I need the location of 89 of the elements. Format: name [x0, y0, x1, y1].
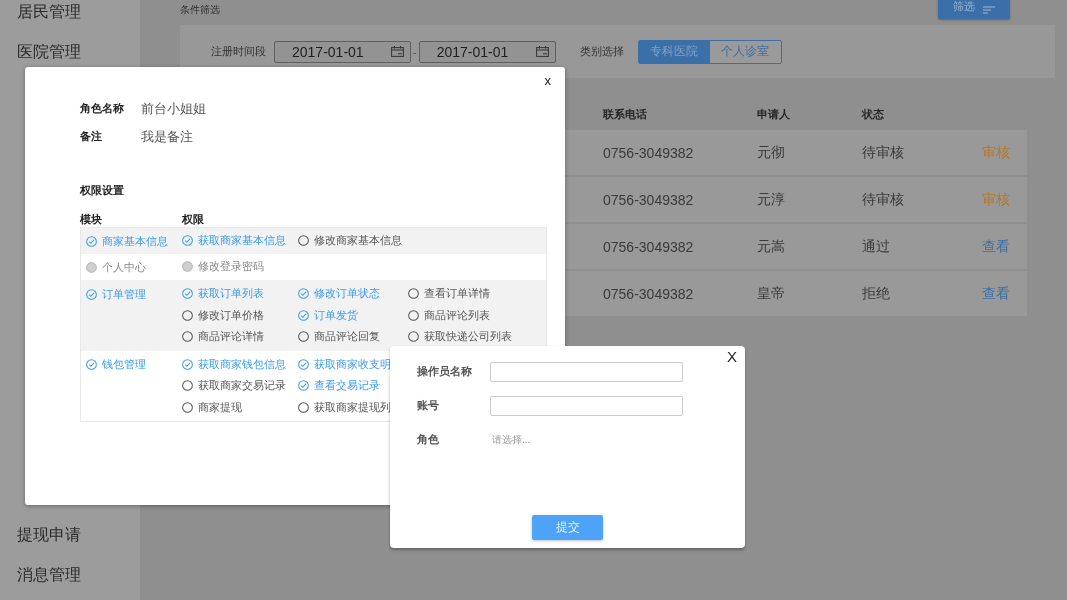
- table-cell: 通过: [861, 224, 943, 269]
- column-header: 权限: [182, 212, 204, 227]
- input-field[interactable]: [490, 395, 683, 416]
- checked-circle-icon[interactable]: [298, 380, 309, 392]
- field-value: 我是备注: [141, 128, 193, 146]
- close-button[interactable]: x: [544, 73, 551, 88]
- permission-label: 修改订单状态: [314, 286, 380, 302]
- category-tab[interactable]: 专科医院: [638, 40, 710, 63]
- permission-label: 修改登录密码: [198, 259, 264, 275]
- close-button[interactable]: X: [727, 348, 737, 365]
- table-cell: 元彻: [756, 130, 861, 175]
- radio-circle-icon[interactable]: [408, 288, 419, 300]
- checked-circle-icon[interactable]: [298, 288, 309, 300]
- calendar-icon: [535, 46, 549, 57]
- calendar-icon: [391, 46, 404, 57]
- permission-label: 获取订单列表: [198, 286, 264, 302]
- filter-button[interactable]: 筛选: [938, 0, 1010, 19]
- radio-circle-icon[interactable]: [182, 380, 193, 392]
- checked-circle-icon[interactable]: [182, 288, 193, 300]
- table-cell: 元淳: [756, 177, 861, 222]
- module-label: 订单管理: [102, 286, 146, 302]
- radio-circle-icon[interactable]: [182, 401, 193, 413]
- permission-label: 查看交易记录: [314, 378, 380, 394]
- table-cell: 拒绝: [861, 271, 943, 316]
- date-field[interactable]: 2017-01-01: [418, 40, 556, 63]
- radio-circle-icon[interactable]: [298, 331, 309, 343]
- permission-label: 修改商家基本信息: [314, 233, 402, 249]
- column-header: 联系电话: [602, 106, 648, 122]
- permission-label: 订单发货: [314, 307, 358, 323]
- permission-label: 获取商家交易记录: [198, 378, 286, 394]
- module-label: 钱包管理: [102, 357, 146, 372]
- action-link[interactable]: 查看: [982, 237, 1010, 254]
- table-cell: 0756-3049382: [602, 177, 756, 222]
- module-label: 个人中心: [102, 259, 146, 275]
- checked-circle-icon[interactable]: [86, 235, 97, 247]
- radio-circle-icon[interactable]: [408, 331, 419, 343]
- permission-label: 查看订单详情: [424, 286, 490, 302]
- table-cell: 0756-3049382: [602, 130, 756, 175]
- field-label: 账号: [417, 398, 440, 413]
- sidebar-item[interactable]: 提现申请: [0, 515, 140, 555]
- field-label: 操作员名称: [417, 364, 473, 379]
- radio-circle-icon[interactable]: [408, 309, 419, 321]
- action-link[interactable]: 查看: [982, 284, 1010, 301]
- radio-circle-icon[interactable]: [298, 401, 309, 413]
- date-field[interactable]: 2017-01-01: [274, 40, 411, 63]
- checked-circle-icon[interactable]: [298, 358, 309, 370]
- date-range-label: 注册时间段: [211, 44, 266, 59]
- table-cell: 待审核: [861, 177, 943, 222]
- permission-label: 商品评论列表: [424, 307, 490, 323]
- checked-circle-icon[interactable]: [298, 309, 309, 321]
- module-label: 商家基本信息: [102, 233, 168, 249]
- input-field[interactable]: [490, 361, 683, 382]
- submit-button[interactable]: 提交: [532, 515, 603, 540]
- permission-label: 获取商家钱包信息: [198, 356, 286, 372]
- checked-circle-icon[interactable]: [86, 359, 97, 370]
- table-cell: 0756-3049382: [602, 271, 756, 316]
- column-header: 状态: [861, 106, 885, 122]
- permission-label: 获取商家提现列: [314, 399, 391, 415]
- radio-circle-icon[interactable]: [298, 235, 309, 247]
- role-select[interactable]: 请选择...: [490, 432, 531, 447]
- permission-label: 商品评论回复: [314, 329, 380, 345]
- table-cell: 元嵩: [756, 224, 861, 269]
- permission-label: 商家提现: [198, 399, 242, 415]
- column-header: 模块: [80, 212, 103, 227]
- permission-label: 获取商家基本信息: [198, 233, 286, 249]
- field-label: 角色名称: [80, 102, 125, 116]
- sidebar-item[interactable]: 居民管理: [0, 0, 140, 32]
- section-title: 权限设置: [80, 184, 125, 198]
- checked-circle-icon[interactable]: [86, 288, 97, 300]
- permission-label: 获取快递公司列表: [424, 329, 512, 345]
- field-label: 角色: [417, 432, 440, 447]
- table-cell: 0756-3049382: [602, 224, 756, 269]
- range-dash: -: [413, 45, 417, 58]
- sidebar-item[interactable]: 消息管理: [0, 555, 140, 595]
- table-cell: 皇帝: [756, 271, 861, 316]
- permission-label: 获取商家收支明: [314, 356, 391, 372]
- radio-circle-icon[interactable]: [182, 309, 193, 321]
- radio-circle-icon[interactable]: [182, 331, 193, 343]
- filter-icon: [983, 6, 995, 14]
- section-title: 条件筛选: [180, 3, 220, 17]
- field-label: 备注: [80, 130, 103, 144]
- permission-label: 商品评论详情: [198, 329, 264, 345]
- column-header: 申请人: [756, 106, 791, 122]
- permission-label: 修改订单价格: [198, 307, 264, 323]
- table-cell: 待审核: [861, 130, 943, 175]
- checked-circle-icon[interactable]: [182, 358, 193, 370]
- checked-circle-icon[interactable]: [182, 235, 193, 247]
- field-value: 前台小姐姐: [141, 100, 206, 118]
- category-label: 类别选择: [579, 44, 624, 59]
